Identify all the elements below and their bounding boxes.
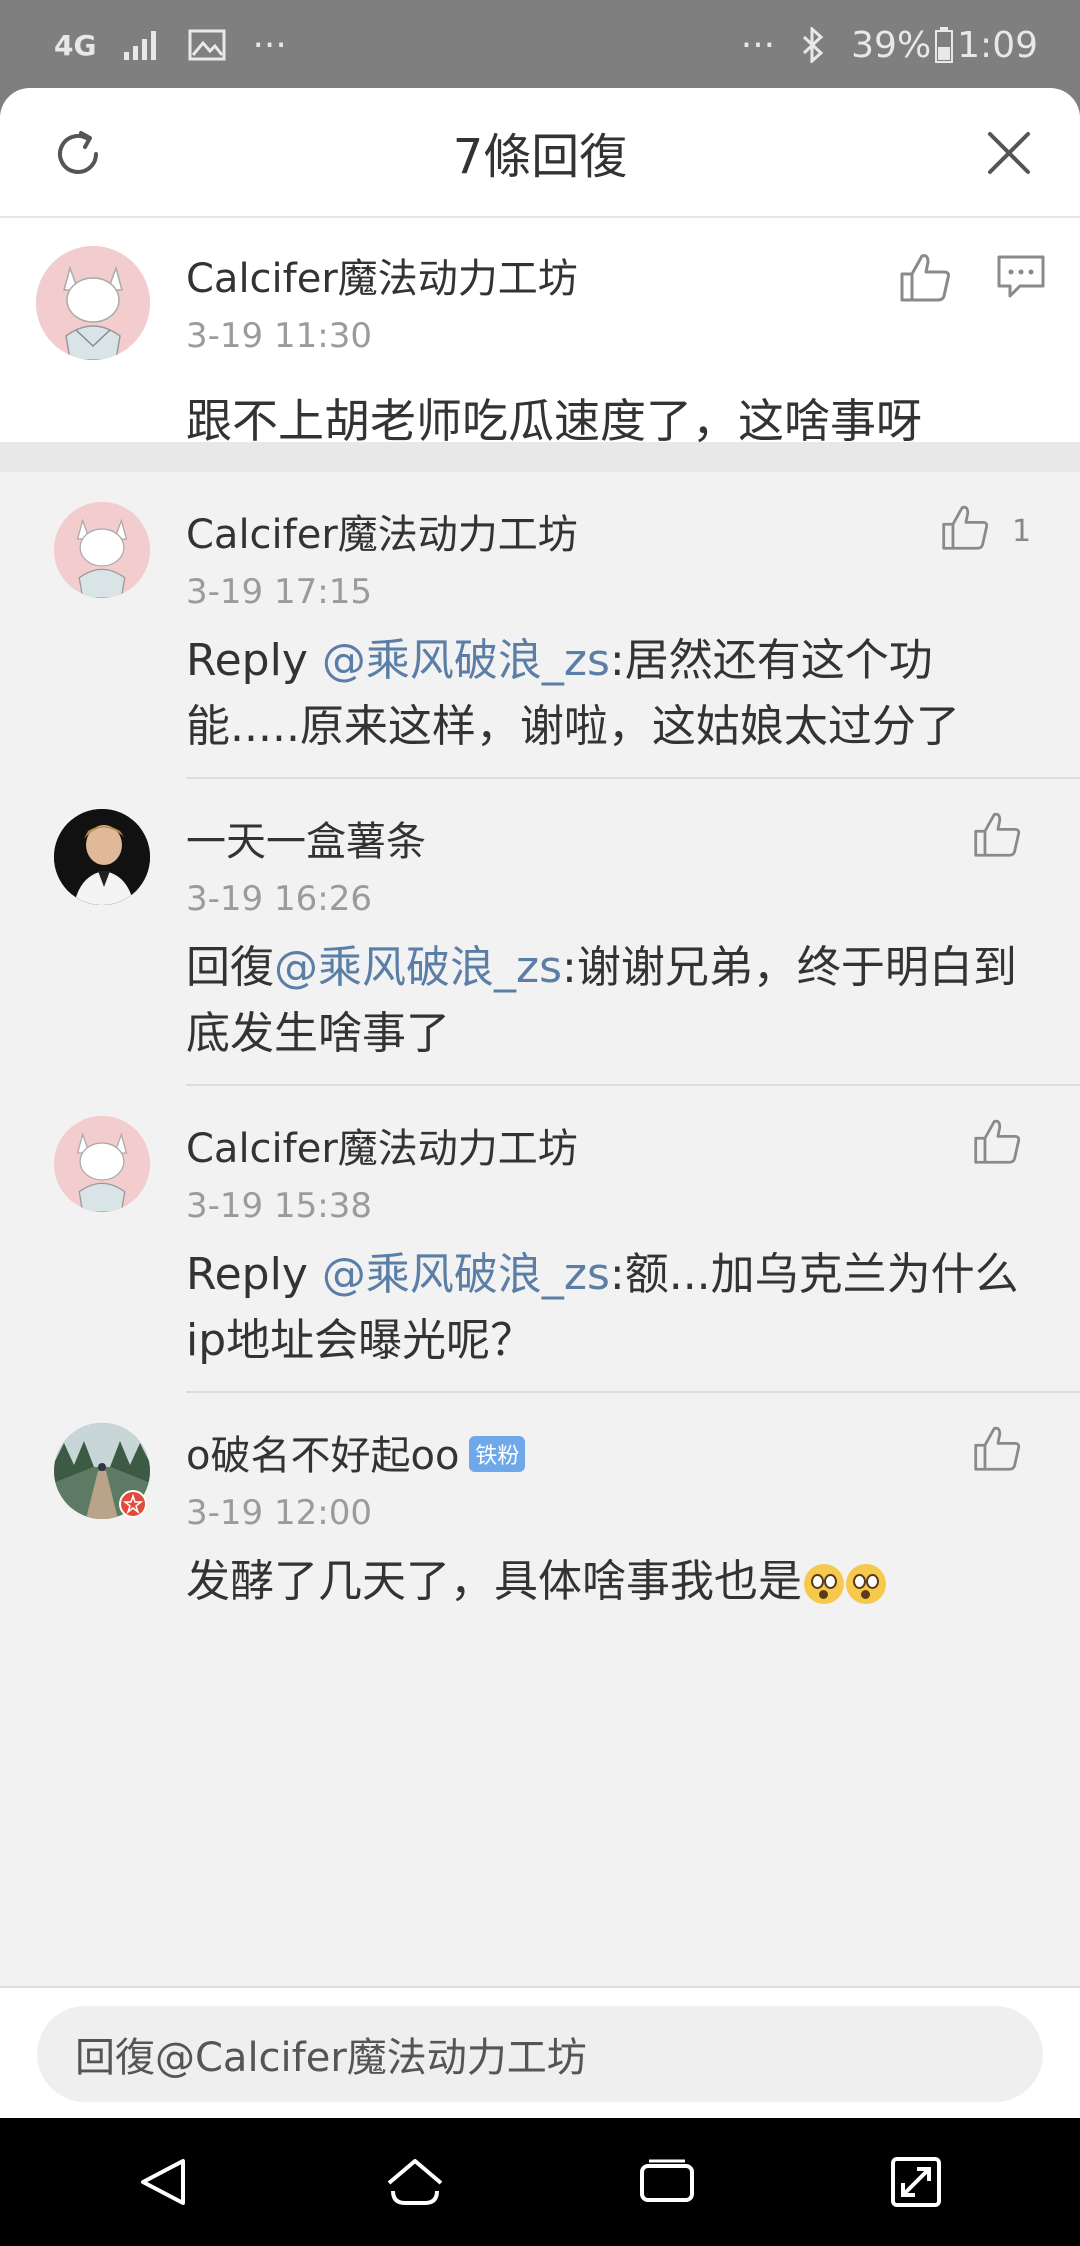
comment-timestamp: 3-19 11:30: [186, 316, 372, 356]
cat-avatar-icon: [36, 246, 150, 360]
comment-icon[interactable]: [996, 254, 1046, 300]
verified-badge-icon: [119, 1490, 147, 1518]
battery-icon: [935, 27, 954, 63]
gallery-icon: [188, 29, 226, 61]
cat-avatar-icon: [54, 502, 150, 598]
fan-badge: 铁粉: [469, 1436, 526, 1472]
sheet-title: 7條回復: [452, 129, 628, 185]
list-item[interactable]: 一天一盒薯条 3-19 16:26 回復@乘风破浪_zs:谢谢兄弟，终于明白到底…: [0, 779, 1080, 1086]
status-left: 4G ···: [54, 25, 287, 66]
recent-apps-icon[interactable]: [639, 2158, 695, 2206]
reply-username[interactable]: Calcifer魔法动力工坊: [186, 1116, 578, 1174]
battery-percent: 39%: [851, 24, 932, 66]
navigation-bar: [0, 2118, 1080, 2246]
thumbs-up-icon[interactable]: [898, 250, 952, 304]
cat-avatar-icon: [54, 1116, 150, 1212]
reply-text: Reply @乘风破浪_zs:居然还有这个功能.....原来这样，谢啦，这姑娘太…: [186, 628, 1036, 760]
flushed-emoji-icon: [846, 1564, 886, 1604]
refresh-icon[interactable]: [48, 124, 108, 184]
network-indicator: 4G: [54, 28, 97, 62]
list-item[interactable]: Calcifer魔法动力工坊 3-19 17:15 1 Reply @乘风破浪_…: [0, 472, 1080, 779]
reply-timestamp: 3-19 16:26: [186, 879, 372, 919]
reply-prefix: Reply: [186, 635, 322, 686]
home-icon[interactable]: [385, 2155, 445, 2209]
avatar[interactable]: [36, 246, 150, 360]
close-icon[interactable]: [984, 128, 1034, 178]
clock: 1:09: [957, 24, 1038, 66]
more-notifications: ···: [252, 24, 287, 66]
main-comment: Calcifer魔法动力工坊 3-19 11:30 跟不上胡老师吃瓜速度了，这啥…: [0, 218, 1080, 472]
comment-text: 跟不上胡老师吃瓜速度了，这啥事呀: [186, 394, 922, 448]
flushed-emoji-icon: [804, 1564, 844, 1604]
mention-link[interactable]: @乘风破浪_zs: [322, 1249, 610, 1300]
reply-input[interactable]: 回復@Calcifer魔法动力工坊: [37, 2006, 1043, 2102]
expand-icon[interactable]: [889, 2155, 943, 2209]
person-avatar-icon: [54, 809, 150, 905]
reply-list: Calcifer魔法动力工坊 3-19 17:15 1 Reply @乘风破浪_…: [0, 472, 1080, 1700]
reply-body: 发酵了几天了，具体啥事我也是: [186, 1556, 802, 1607]
reply-text: 回復@乘风破浪_zs:谢谢兄弟，终于明白到底发生啥事了: [186, 935, 1036, 1067]
like-count: 1: [1012, 514, 1032, 549]
back-icon[interactable]: [137, 2155, 191, 2209]
comment-username[interactable]: Calcifer魔法动力工坊: [186, 246, 578, 304]
thumbs-up-icon[interactable]: [972, 809, 1022, 859]
status-right: ··· 39% 1:09: [741, 25, 1038, 66]
more-status: ···: [740, 24, 776, 66]
avatar[interactable]: [54, 502, 150, 598]
replies-sheet: 7條回復 Calcifer魔法动力工坊 3-19 11:30 跟不上胡老师吃瓜速…: [0, 88, 1080, 2118]
reply-text: 发酵了几天了，具体啥事我也是: [186, 1549, 1036, 1615]
avatar[interactable]: [54, 809, 150, 905]
bluetooth-icon: [803, 27, 824, 63]
list-item[interactable]: Calcifer魔法动力工坊 3-19 15:38 Reply @乘风破浪_zs…: [0, 1086, 1080, 1393]
signal-icon: [124, 31, 157, 60]
reply-prefix: Reply: [186, 1249, 322, 1300]
reply-timestamp: 3-19 12:00: [186, 1493, 372, 1533]
reply-username[interactable]: Calcifer魔法动力工坊: [186, 502, 578, 560]
status-bar: 4G ··· ··· 39% 1:09: [0, 0, 1080, 90]
thumbs-up-icon[interactable]: [940, 502, 990, 552]
thumbs-up-icon[interactable]: [972, 1423, 1022, 1473]
reply-prefix: 回復: [186, 942, 274, 993]
reply-username-text: o破名不好起oo: [186, 1433, 460, 1479]
mention-link[interactable]: @乘风破浪_zs: [274, 942, 562, 993]
reply-input-bar: 回復@Calcifer魔法动力工坊: [0, 1986, 1080, 2118]
reply-username[interactable]: 一天一盒薯条: [186, 809, 426, 867]
reply-timestamp: 3-19 15:38: [186, 1186, 372, 1226]
reply-username[interactable]: o破名不好起oo 铁粉: [186, 1423, 526, 1481]
list-item[interactable]: o破名不好起oo 铁粉 3-19 12:00 发酵了几天了，具体啥事我也是: [0, 1393, 1080, 1700]
avatar[interactable]: [54, 1116, 150, 1212]
thumbs-up-icon[interactable]: [972, 1116, 1022, 1166]
mention-link[interactable]: @乘风破浪_zs: [322, 635, 610, 686]
reply-timestamp: 3-19 17:15: [186, 572, 372, 612]
reply-text: Reply @乘风破浪_zs:额...加乌克兰为什么ip地址会曝光呢？: [186, 1242, 1036, 1374]
sheet-header: 7條回復: [0, 88, 1080, 218]
